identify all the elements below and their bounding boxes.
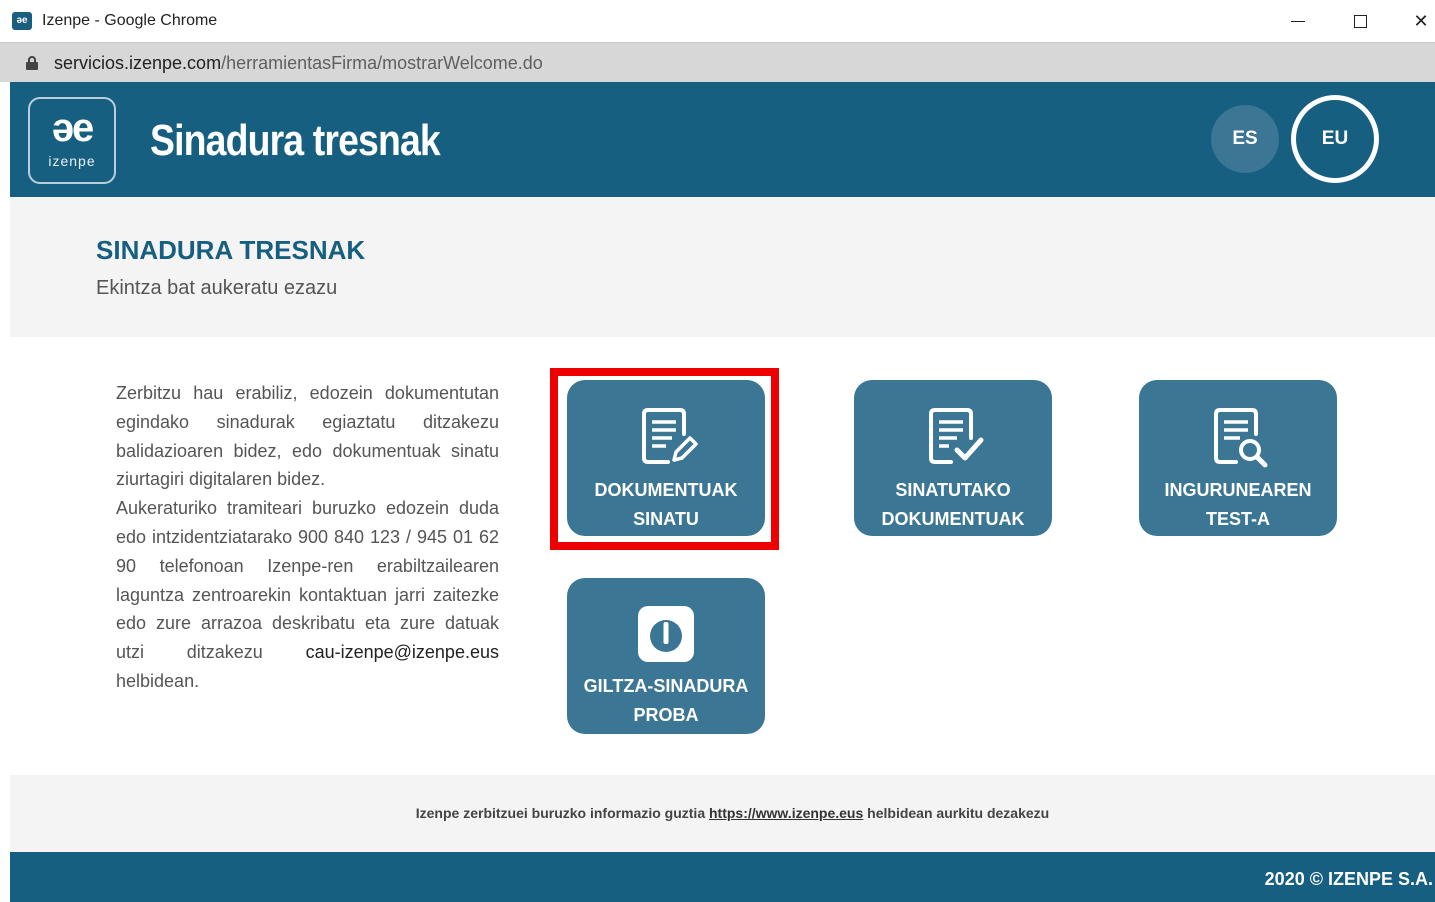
maximize-button[interactable] <box>1344 8 1376 34</box>
logo-mark: əe <box>51 106 95 150</box>
highlight-box <box>550 368 779 550</box>
page-title: SINADURA TRESNAK <box>96 235 366 265</box>
giltza-signature-test-label: GILTZA-SINADURA PROBA <box>583 676 749 725</box>
environment-test-label: INGURUNEAREN TEST-A <box>1164 480 1312 529</box>
support-email[interactable]: cau-izenpe@izenpe.eus <box>306 642 499 662</box>
description-text-3: helbidean. <box>116 670 200 691</box>
lock-icon[interactable] <box>26 56 38 70</box>
address-bar[interactable]: servicios.izenpe.com/herramientasFirma/m… <box>0 42 1435 82</box>
site-title: Sinadura tresnak <box>150 116 441 165</box>
maximize-icon <box>1353 14 1367 28</box>
document-search-icon <box>1214 408 1268 468</box>
copyright: 2020 © IZENPE S.A. <box>1264 869 1433 889</box>
minimize-icon <box>1291 20 1305 22</box>
footer-info: Izenpe zerbitzuei buruzko informazio guz… <box>10 775 1435 852</box>
description-text: Zerbitzu hau erabiliz, edozein dokumentu… <box>116 383 499 490</box>
footer-info-prefix: Izenpe zerbitzuei buruzko informazio guz… <box>415 805 706 821</box>
close-icon: ✕ <box>1413 10 1429 31</box>
language-eu-label: EU <box>1296 100 1374 178</box>
logo-text: izenpe <box>48 153 96 169</box>
izenpe-website-link[interactable]: https://www.izenpe.eus <box>709 805 863 821</box>
url-domain: servicios.izenpe.com <box>54 53 222 73</box>
page-subtitle: Ekintza bat aukeratu ezazu <box>96 277 338 299</box>
window-title: Izenpe - Google Chrome <box>42 12 218 29</box>
url-path: /herramientasFirma/mostrarWelcome.do <box>221 53 543 73</box>
service-description: Zerbitzu hau erabiliz, edozein dokumentu… <box>116 379 499 696</box>
izenpe-logo[interactable]: əe izenpe <box>28 97 116 184</box>
izenpe-favicon-icon: əe <box>12 12 32 30</box>
language-es-button[interactable]: ES <box>1211 105 1279 173</box>
url-text[interactable]: servicios.izenpe.com/herramientasFirma/m… <box>54 53 543 74</box>
footer-info-suffix: helbidean aurkitu dezakezu <box>867 805 1050 821</box>
giltza-icon <box>638 606 694 662</box>
language-eu-button[interactable]: EU <box>1291 95 1379 183</box>
footer-info-text: Izenpe zerbitzuei buruzko informazio guz… <box>10 805 1435 821</box>
minimize-button[interactable] <box>1282 8 1314 34</box>
window-titlebar: əe Izenpe - Google Chrome ✕ <box>0 0 1435 42</box>
description-text-2: Aukeraturiko tramiteari buruzko edozein … <box>116 498 499 663</box>
environment-test-button[interactable]: INGURUNEAREN TEST-A <box>1139 380 1337 536</box>
document-check-icon <box>929 408 984 464</box>
close-button[interactable]: ✕ <box>1405 8 1435 34</box>
giltza-signature-test-button[interactable]: GILTZA-SINADURA PROBA <box>567 578 765 734</box>
signed-documents-button[interactable]: SINATUTAKO DOKUMENTUAK <box>854 380 1052 536</box>
footer-bar: 2020 © IZENPE S.A. <box>10 852 1435 902</box>
signed-documents-label: SINATUTAKO DOKUMENTUAK <box>881 480 1025 529</box>
intro-section: SINADURA TRESNAK Ekintza bat aukeratu ez… <box>10 197 1435 337</box>
site-header: əe izenpe Sinadura tresnak ES EU <box>10 82 1435 197</box>
